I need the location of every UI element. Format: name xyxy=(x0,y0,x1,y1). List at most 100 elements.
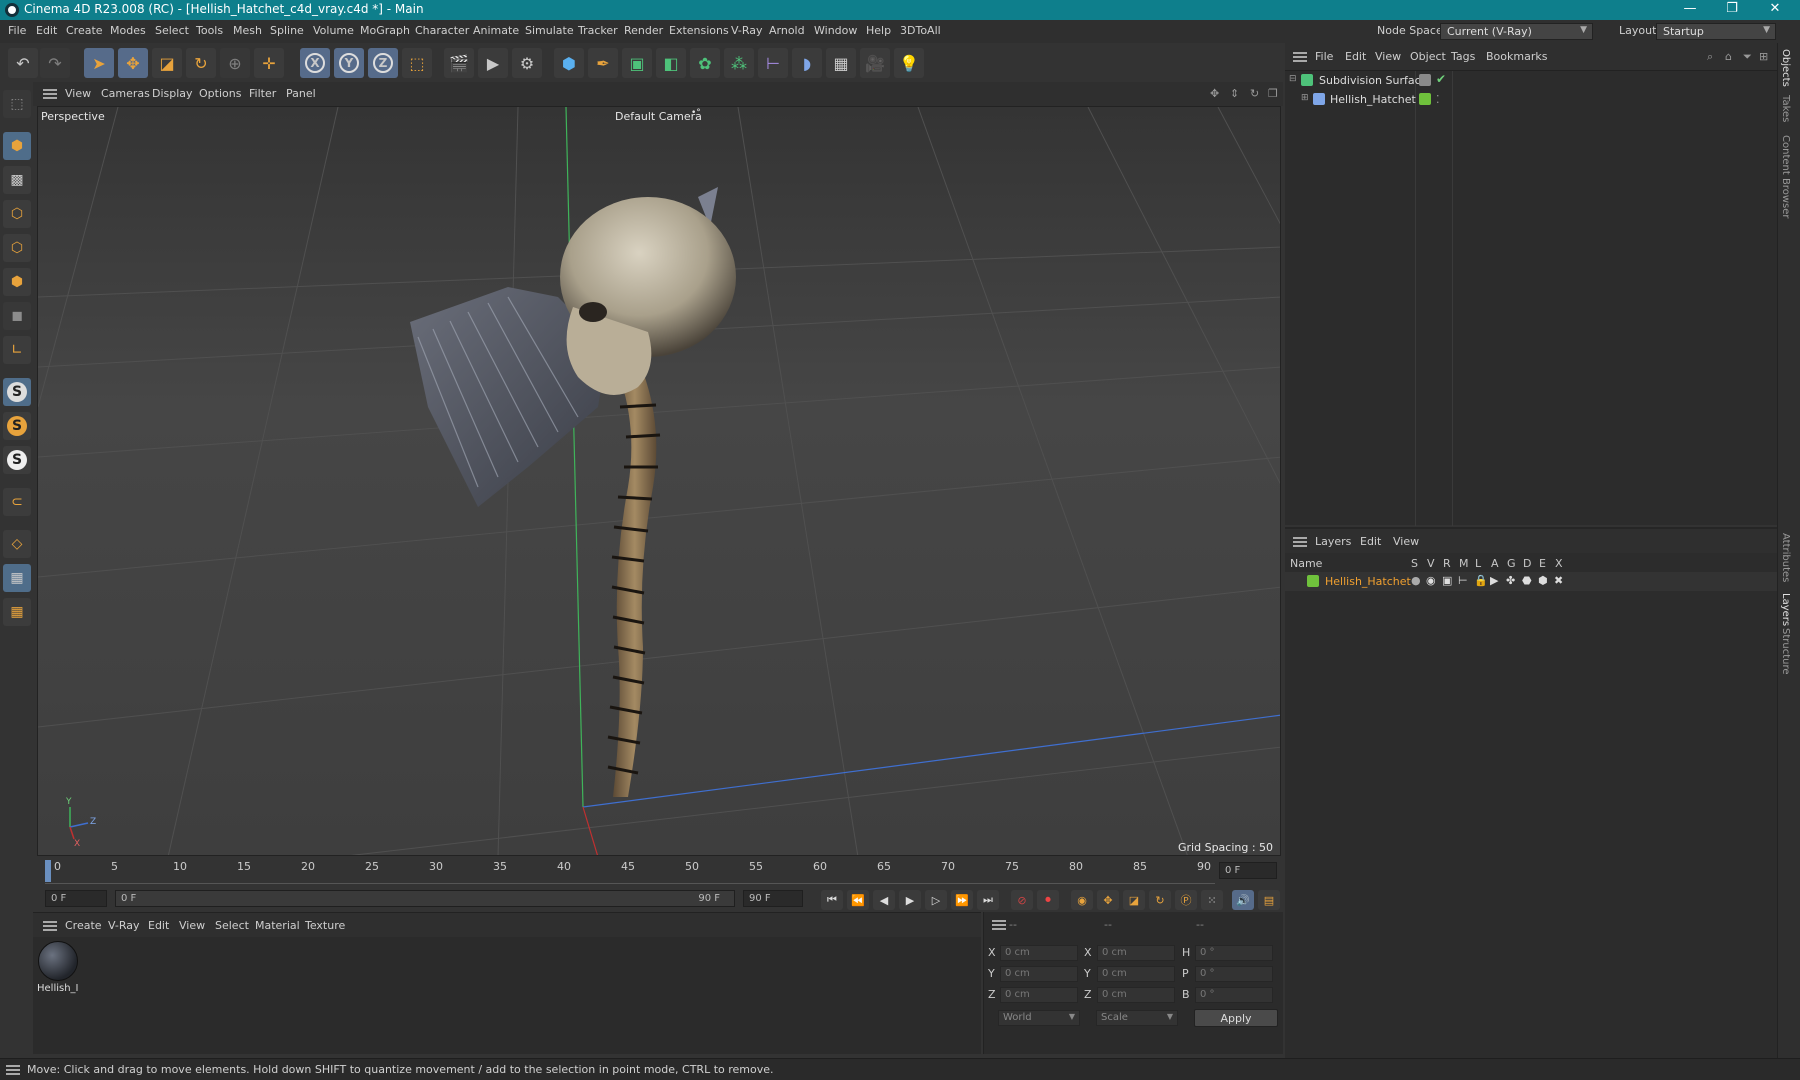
next-frame-button[interactable]: ▷ xyxy=(925,890,947,910)
locked-workplane-button[interactable]: ▦ xyxy=(3,598,31,626)
render-picture-viewer-button[interactable]: ▶ xyxy=(478,48,508,78)
pos-z-field[interactable]: 0 cm xyxy=(1000,987,1078,1003)
solo-icon[interactable]: ● xyxy=(1411,574,1421,587)
layer-menu-edit[interactable]: Edit xyxy=(1360,535,1381,548)
visibility-dots-icon[interactable]: ⁚ xyxy=(1436,93,1440,106)
rotate-tool-button[interactable]: ↻ xyxy=(186,48,216,78)
auto-keying-button[interactable]: ⏺ xyxy=(1037,890,1059,910)
menu-arnold[interactable]: Arnold xyxy=(769,24,805,37)
z-axis-button[interactable]: Z xyxy=(368,48,398,78)
collapse-icon[interactable]: ⊟ xyxy=(1289,74,1297,84)
tab-content-browser[interactable]: Content Browser xyxy=(1780,135,1791,218)
y-axis-button[interactable]: Y xyxy=(334,48,364,78)
layer-hamburger-icon[interactable] xyxy=(1293,537,1307,547)
scale-tool-button[interactable]: ◪ xyxy=(152,48,182,78)
record-keys-button[interactable]: ⊘ xyxy=(1011,890,1033,910)
snap-enable-button[interactable]: S xyxy=(3,378,31,406)
mograph-cloner-button[interactable]: ✿ xyxy=(690,48,720,78)
menu-edit[interactable]: Edit xyxy=(36,24,57,37)
go-to-end-button[interactable]: ⏭ xyxy=(977,890,999,910)
object-menu-object[interactable]: Object xyxy=(1410,50,1446,63)
rot-p-field[interactable]: 0 ° xyxy=(1195,966,1273,982)
size-x-field[interactable]: 0 cm xyxy=(1097,945,1175,961)
grid-plane-button[interactable]: ▦ xyxy=(3,564,31,592)
object-hamburger-icon[interactable] xyxy=(1293,52,1307,62)
object-name[interactable]: Subdivision Surface xyxy=(1319,74,1427,87)
pen-spline-button[interactable]: ✒ xyxy=(588,48,618,78)
viewport-menu-options[interactable]: Options xyxy=(199,87,241,100)
extrude-generator-button[interactable]: ◧ xyxy=(656,48,686,78)
render-settings-button[interactable]: ⚙ xyxy=(512,48,542,78)
coordinate-system-button[interactable]: ⬚ xyxy=(402,48,432,78)
viewport-menu-view[interactable]: View xyxy=(65,87,91,100)
status-hamburger-icon[interactable] xyxy=(6,1065,20,1075)
viewport-hamburger-icon[interactable] xyxy=(43,89,57,99)
live-selection-button[interactable]: ➤ xyxy=(84,48,114,78)
minimize-button[interactable]: — xyxy=(1670,1,1710,19)
layout-dropdown[interactable]: Startup ▼ xyxy=(1656,23,1776,40)
undo-button[interactable]: ↶ xyxy=(8,48,38,78)
start-frame-field[interactable]: 0 F xyxy=(45,890,107,907)
object-menu-view[interactable]: View xyxy=(1375,50,1401,63)
snap-settings-button[interactable]: S xyxy=(3,412,31,440)
previous-frame-button[interactable]: ◀ xyxy=(873,890,895,910)
redo-button[interactable]: ↷ xyxy=(40,48,70,78)
apply-button[interactable]: Apply xyxy=(1194,1009,1278,1027)
coordinates-hamburger-icon[interactable] xyxy=(992,920,1006,930)
environment-button[interactable]: ◗ xyxy=(792,48,822,78)
pos-y-field[interactable]: 0 cm xyxy=(1000,966,1078,982)
axis-mode-button[interactable]: ∟ xyxy=(3,336,31,364)
material-thumbnail[interactable] xyxy=(38,941,78,981)
material-menu-material[interactable]: Material xyxy=(255,919,300,932)
size-z-field[interactable]: 0 cm xyxy=(1097,987,1175,1003)
magnet-button[interactable]: ⊂ xyxy=(3,488,31,516)
menu-tracker[interactable]: Tracker xyxy=(578,24,618,37)
visibility-dots-icon[interactable] xyxy=(1419,74,1431,86)
camera-button[interactable]: 🎥 xyxy=(860,48,890,78)
layer-menu-view[interactable]: View xyxy=(1393,535,1419,548)
key-rotation-button[interactable]: ↻ xyxy=(1149,890,1171,910)
tab-structure[interactable]: Structure xyxy=(1780,628,1791,675)
viewport-menu-cameras[interactable]: Cameras xyxy=(101,87,150,100)
end-frame-field[interactable]: 90 F xyxy=(743,890,803,907)
timeline-window-button[interactable]: ▤ xyxy=(1258,890,1280,910)
object-menu-edit[interactable]: Edit xyxy=(1345,50,1366,63)
recent-tool-button[interactable]: ⊕ xyxy=(220,48,250,78)
pos-x-field[interactable]: 0 cm xyxy=(1000,945,1078,961)
generators-icon[interactable]: ✤ xyxy=(1506,574,1515,587)
tab-layers[interactable]: Layers xyxy=(1780,593,1791,626)
menu-create[interactable]: Create xyxy=(66,24,103,37)
material-menu-view[interactable]: View xyxy=(179,919,205,932)
eye-icon[interactable]: ◉ xyxy=(1426,574,1436,587)
key-scale-button[interactable]: ◪ xyxy=(1123,890,1145,910)
tab-takes[interactable]: Takes xyxy=(1780,95,1791,122)
xref-icon[interactable]: ✖ xyxy=(1554,574,1563,587)
coordinate-space-dropdown[interactable]: World ▼ xyxy=(998,1010,1080,1026)
object-menu-bookmarks[interactable]: Bookmarks xyxy=(1486,50,1547,63)
material-name[interactable]: Hellish_I xyxy=(37,983,79,994)
menu-character[interactable]: Character xyxy=(415,24,469,37)
material-menu-select[interactable]: Select xyxy=(215,919,249,932)
move-tool-button[interactable]: ✥ xyxy=(118,48,148,78)
home-icon[interactable]: ⌂ xyxy=(1725,50,1732,63)
uv-mode-button[interactable]: ◼ xyxy=(3,302,31,330)
material-menu-edit[interactable]: Edit xyxy=(148,919,169,932)
menu-help[interactable]: Help xyxy=(866,24,891,37)
menu-volume[interactable]: Volume xyxy=(313,24,354,37)
menu-extensions[interactable]: Extensions xyxy=(669,24,729,37)
key-parameter-button[interactable]: Ⓟ xyxy=(1175,890,1197,910)
object-menu-file[interactable]: File xyxy=(1315,50,1333,63)
viewport-move-icon[interactable]: ✥ xyxy=(1210,87,1219,100)
close-button[interactable]: ✕ xyxy=(1755,1,1795,19)
key-position-button[interactable]: ✥ xyxy=(1097,890,1119,910)
viewport-rotate-icon[interactable]: ↻ xyxy=(1250,87,1259,100)
rot-b-field[interactable]: 0 ° xyxy=(1195,987,1273,1003)
menu-tools[interactable]: Tools xyxy=(196,24,223,37)
menu-3dtoall[interactable]: 3DToAll xyxy=(900,24,941,37)
cube-primitive-button[interactable]: ⬢ xyxy=(554,48,584,78)
make-editable-button[interactable]: ⬚ xyxy=(3,90,31,118)
viewport-menu-display[interactable]: Display xyxy=(152,87,193,100)
light-button[interactable]: 💡 xyxy=(894,48,924,78)
render-icon[interactable]: ▣ xyxy=(1442,574,1452,587)
menu-mesh[interactable]: Mesh xyxy=(233,24,262,37)
